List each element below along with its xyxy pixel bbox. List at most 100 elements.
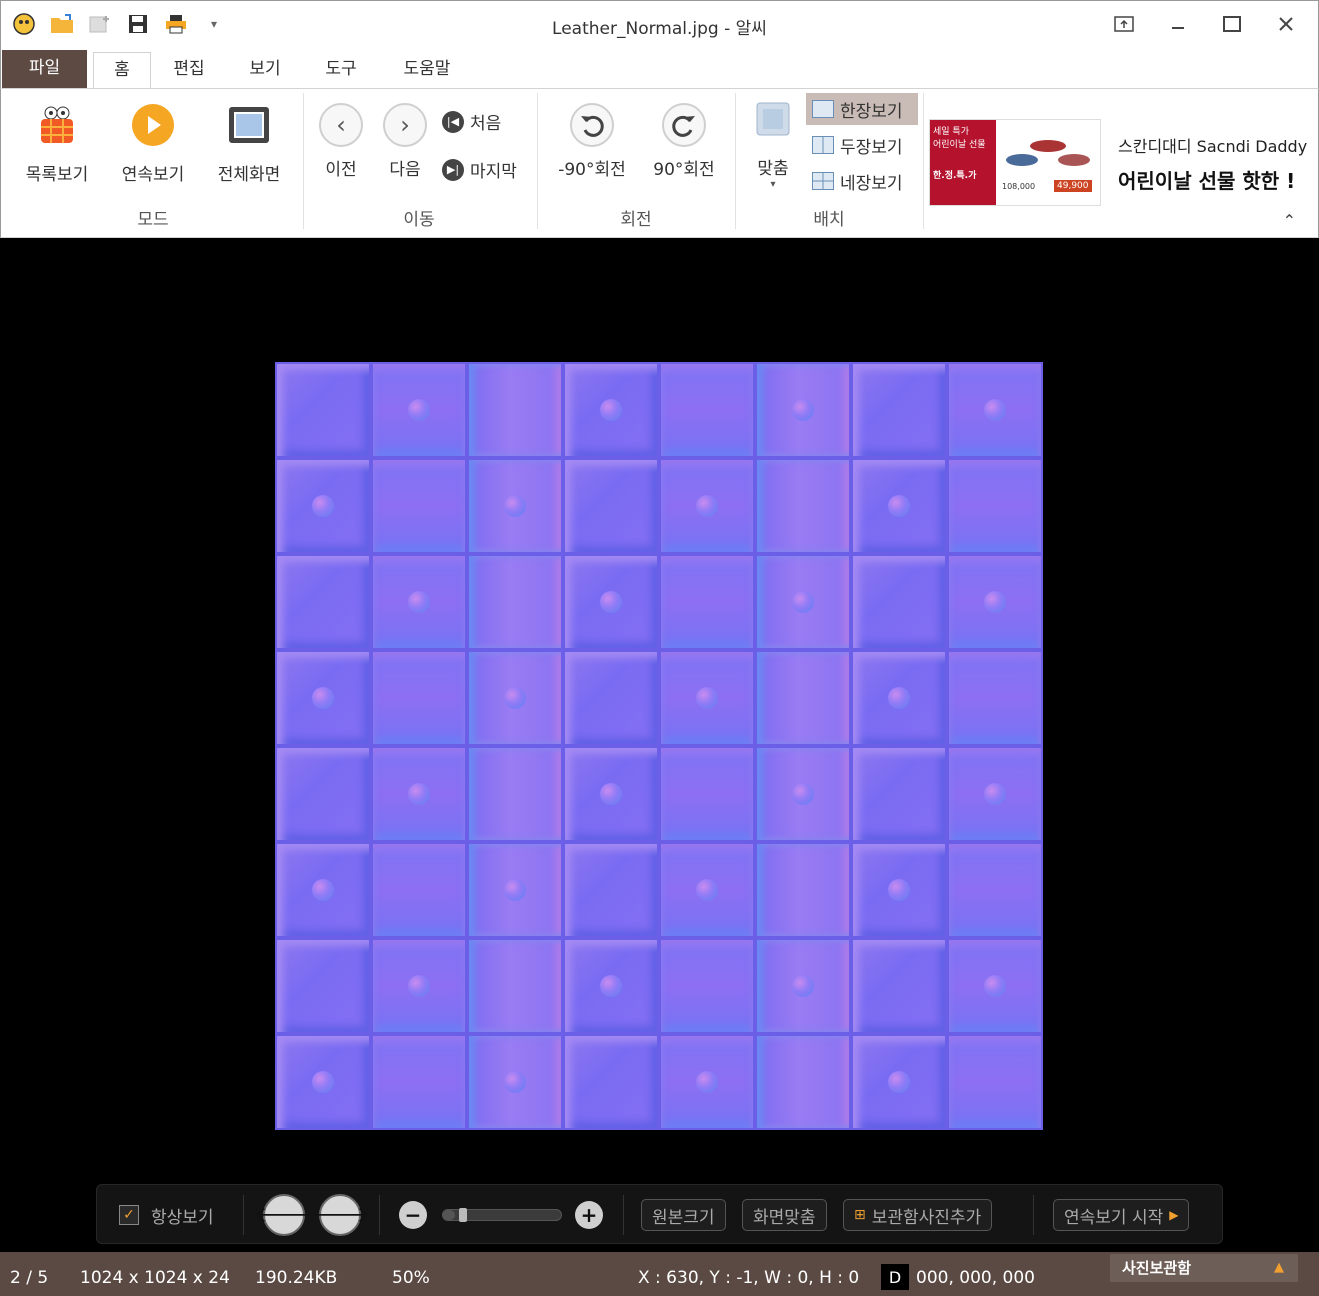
ad-banner-red: 세일 특가 어린이날 선물 한.정.특.가 [930,120,996,205]
toolbar-divider [623,1195,624,1235]
texture-stud [984,975,1006,997]
always-show-toggle[interactable]: ✓ 항상보기 [119,1199,214,1231]
texture-tile [947,842,1043,938]
original-size-button[interactable]: 원본크기 [641,1199,726,1231]
zoom-slider-knob[interactable] [458,1208,467,1222]
single-view-button[interactable]: 한장보기 [806,93,918,125]
texture-tile [275,1034,371,1130]
rotate-ccw-button[interactable]: -90°회전 [551,103,633,180]
list-view-label: 목록보기 [25,165,89,185]
quad-view-label: 네장보기 [840,173,903,194]
fit-screen-button[interactable]: 화면맞춤 [742,1199,827,1231]
texture-stud [600,783,622,805]
rotate-ccw-label: -90°회전 [558,160,626,180]
last-label: 마지막 [470,162,517,182]
prev-button[interactable]: ‹ 이전 [315,103,367,180]
prev-image-button[interactable]: 🡐 [255,1193,314,1237]
play-small-icon: ▶ [1169,1208,1179,1222]
texture-tile [371,1034,467,1130]
texture-tile [947,458,1043,554]
next-button[interactable]: › 다음 [379,103,431,180]
double-view-button[interactable]: 두장보기 [806,129,918,161]
pin-icon[interactable] [1110,9,1138,39]
start-slideshow-pill: 연속보기 시작 ▶ [1053,1199,1190,1231]
texture-tile [947,938,1043,1034]
fit-button[interactable]: 맞춤 ▾ [747,101,799,190]
photo-album-toggle[interactable]: 사진보관함 ▲ [1110,1254,1298,1282]
fit-screen-label: 화면맞춤 [742,1199,827,1231]
rotate-cw-button[interactable]: 90°회전 [645,103,723,180]
quad-view-button[interactable]: 네장보기 [806,165,918,197]
group-label-rotate: 회전 [620,210,652,230]
arrow-left-icon: 🡐 [255,1194,314,1236]
texture-tile [659,554,755,650]
fullscreen-button[interactable]: 전체화면 [207,103,291,185]
maximize-icon[interactable] [1218,9,1246,39]
texture-tile [371,746,467,842]
ad-price-new: 49,900 [1054,180,1092,192]
minimize-icon[interactable] [1164,9,1192,39]
status-dimensions: 1024 x 1024 x 24 [80,1268,230,1288]
texture-tile [851,842,947,938]
zoom-in-button[interactable]: + [575,1199,603,1231]
tab-edit[interactable]: 편집 [161,52,217,88]
ad-banner-line: 어린이날 선물 [933,140,986,150]
first-button[interactable]: |◀ 처음 [442,109,501,134]
list-view-button[interactable]: 목록보기 [15,103,99,185]
tab-home[interactable]: 홈 [93,52,151,88]
close-icon[interactable] [1272,9,1300,39]
ad-banner-line: 한.정.특.가 [933,171,977,181]
texture-tile [659,842,755,938]
fit-dropdown-icon[interactable]: ▾ [747,179,799,190]
texture-tile [275,938,371,1034]
fit-label: 맞춤 [757,159,789,179]
start-slideshow-button[interactable]: 연속보기 시작 ▶ [1053,1199,1190,1231]
texture-stud [792,975,814,997]
texture-tile [659,362,755,458]
ad-brand[interactable]: 스칸디대디 Sacndi Daddy [1118,133,1307,157]
ad-banner-image[interactable]: 세일 특가 어린이날 선물 한.정.특.가 108,000 49,900 [929,119,1101,206]
chevron-left-icon: ‹ [319,103,363,147]
photo-album-label: 사진보관함 [1122,1259,1192,1277]
texture-stud [696,1071,718,1093]
texture-tile [659,1034,755,1130]
texture-stud [600,399,622,421]
texture-tile [467,746,563,842]
title-bar: ▾ Leather_Normal.jpg - 알씨 [0,0,1319,48]
zoom-slider[interactable] [442,1199,562,1231]
last-button[interactable]: ▶| 마지막 [442,157,517,182]
add-to-album-button[interactable]: ⊞ 보관함사진추가 [843,1199,993,1231]
zoom-slider-track[interactable] [442,1208,562,1222]
prev-label: 이전 [325,160,357,180]
next-image-button[interactable]: 🡒 [311,1193,370,1237]
zoom-out-button[interactable]: − [399,1199,427,1231]
tab-view[interactable]: 보기 [237,52,293,88]
toolbar-divider [379,1195,380,1235]
texture-tile [755,650,851,746]
image-viewer-canvas[interactable]: ✓ 항상보기 🡐 🡒 − + 원본크기 화면맞춤 ⊞ 보관함사진추가 연속보기 … [0,238,1319,1252]
texture-tile [467,1034,563,1130]
texture-tile [755,458,851,554]
texture-tile [563,650,659,746]
texture-tile [755,842,851,938]
slideshow-button[interactable]: 연속보기 [111,103,195,185]
tab-file[interactable]: 파일 [2,50,87,88]
texture-tile [563,1034,659,1130]
status-zoom: 50% [392,1268,430,1288]
window-controls [1110,9,1300,39]
texture-tile [755,362,851,458]
rotate-cw-icon [662,103,706,147]
checkbox-icon[interactable]: ✓ [119,1205,139,1225]
status-color-value: 000, 000, 000 [916,1268,1035,1288]
texture-tile [851,746,947,842]
texture-stud [792,783,814,805]
texture-stud [600,975,622,997]
ad-headline[interactable]: 어린이날 선물 핫한 ! [1118,165,1295,194]
texture-tile [659,458,755,554]
tab-help[interactable]: 도움말 [393,52,461,88]
tab-tools[interactable]: 도구 [313,52,369,88]
play-icon [132,104,174,146]
texture-tile [275,458,371,554]
collapse-ribbon-icon[interactable]: ⌃ [1283,211,1296,230]
texture-tile [275,746,371,842]
